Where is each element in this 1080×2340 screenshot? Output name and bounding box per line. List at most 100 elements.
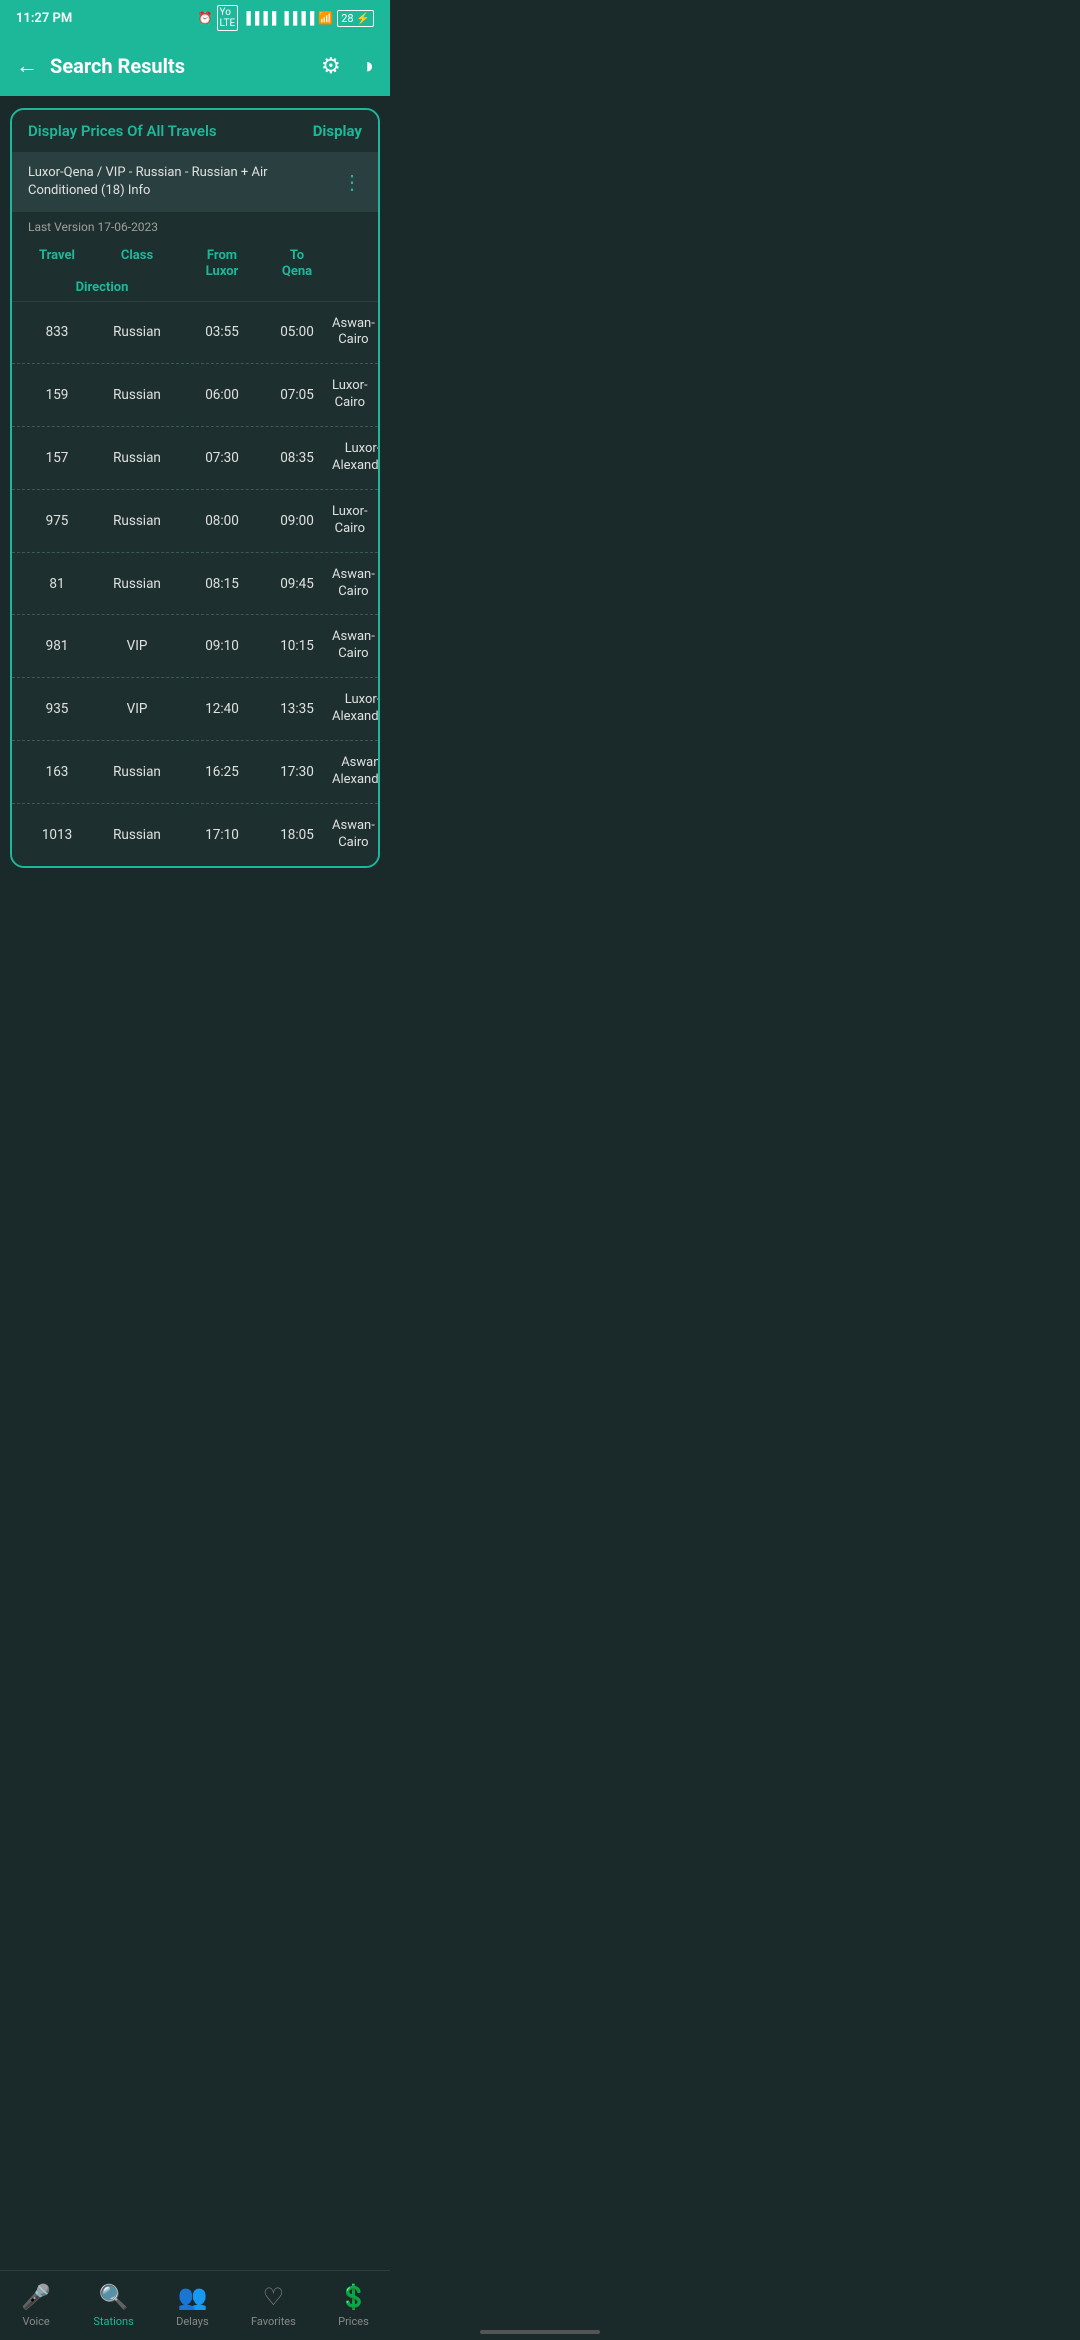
- back-button[interactable]: ←: [16, 53, 38, 79]
- cell-class: Russian: [92, 576, 182, 592]
- header-travel: Travel: [22, 248, 92, 279]
- cell-class: VIP: [92, 701, 182, 717]
- cell-to: 10:15: [262, 638, 332, 654]
- cell-direction: Luxor-Cairo: [332, 504, 368, 538]
- cell-to: 08:35: [262, 450, 332, 466]
- cell-direction: Aswan-Cairo: [332, 818, 375, 852]
- header-to: To Qena: [262, 248, 332, 279]
- row-menu-icon[interactable]: ⋮: [375, 324, 380, 340]
- row-menu-icon[interactable]: ⋮: [375, 638, 380, 654]
- row-menu-icon[interactable]: ⋮: [368, 387, 380, 403]
- cell-direction: Aswan-Alexandria: [332, 755, 380, 789]
- status-time: 11:27 PM: [16, 11, 72, 26]
- cell-class: Russian: [92, 513, 182, 529]
- cell-class: Russian: [92, 764, 182, 780]
- signal-icon1: ▐▐▐▐: [242, 11, 276, 25]
- table-row[interactable]: 981 VIP 09:10 10:15 Aswan-Cairo ⋮: [12, 615, 378, 678]
- lte-icon: YoLTE: [217, 5, 239, 31]
- nav-delays[interactable]: 👥 Delays: [176, 2283, 209, 2328]
- nav-bar: ← Search Results ⚙ ◑: [0, 36, 390, 96]
- status-bar: 11:27 PM ⏰ YoLTE ▐▐▐▐ ▐▐▐▐ 📶 28 ⚡: [0, 0, 390, 36]
- header-class: Class: [92, 248, 182, 279]
- cell-direction: Aswan-Cairo: [332, 629, 375, 663]
- cell-from: 06:00: [182, 387, 262, 403]
- page-title: Search Results: [50, 54, 301, 78]
- cell-to: 05:00: [262, 324, 332, 340]
- table-body: 833 Russian 03:55 05:00 Aswan-Cairo ⋮ 15…: [12, 302, 378, 866]
- route-text: Luxor-Qena / VIP - Russian - Russian + A…: [28, 164, 334, 200]
- route-menu-icon[interactable]: ⋮: [334, 170, 362, 194]
- last-version: Last Version 17-06-2023: [12, 212, 378, 242]
- cell-direction: Luxor-Alexandria: [332, 692, 380, 726]
- header-direction: Direction: [22, 280, 182, 295]
- cell-from: 16:25: [182, 764, 262, 780]
- cell-to: 07:05: [262, 387, 332, 403]
- cell-travel: 1013: [22, 827, 92, 843]
- battery-icon: 28 ⚡: [337, 10, 374, 27]
- cell-travel: 975: [22, 513, 92, 529]
- cell-from: 08:00: [182, 513, 262, 529]
- signal-icon2: ▐▐▐▐: [280, 11, 314, 25]
- nav-favorites[interactable]: ♡ Favorites: [251, 2283, 296, 2328]
- table-row[interactable]: 935 VIP 12:40 13:35 Luxor-Alexandria ⋮: [12, 678, 378, 741]
- favorites-label: Favorites: [251, 2315, 296, 2328]
- cell-from: 17:10: [182, 827, 262, 843]
- table-row[interactable]: 975 Russian 08:00 09:00 Luxor-Cairo ⋮: [12, 490, 378, 553]
- table-row[interactable]: 159 Russian 06:00 07:05 Luxor-Cairo ⋮: [12, 364, 378, 427]
- cell-class: Russian: [92, 324, 182, 340]
- cell-travel: 159: [22, 387, 92, 403]
- table-row[interactable]: 163 Russian 16:25 17:30 Aswan-Alexandria…: [12, 741, 378, 804]
- cell-from: 08:15: [182, 576, 262, 592]
- row-menu-icon[interactable]: ⋮: [368, 513, 380, 529]
- table-row[interactable]: 157 Russian 07:30 08:35 Luxor-Alexandria…: [12, 427, 378, 490]
- row-menu-icon[interactable]: ⋮: [375, 827, 380, 843]
- cell-direction: Luxor-Alexandria: [332, 441, 380, 475]
- cell-class: Russian: [92, 450, 182, 466]
- cell-direction: Luxor-Cairo: [332, 378, 368, 412]
- cell-class: VIP: [92, 638, 182, 654]
- cell-travel: 935: [22, 701, 92, 717]
- table-row[interactable]: 833 Russian 03:55 05:00 Aswan-Cairo ⋮: [12, 302, 378, 365]
- cell-to: 13:35: [262, 701, 332, 717]
- cell-to: 09:00: [262, 513, 332, 529]
- cell-travel: 81: [22, 576, 92, 592]
- table-row[interactable]: 1013 Russian 17:10 18:05 Aswan-Cairo ⋮: [12, 804, 378, 866]
- cell-travel: 157: [22, 450, 92, 466]
- voice-icon: 🎤: [21, 2283, 51, 2311]
- cell-class: Russian: [92, 827, 182, 843]
- main-content: Display Prices Of All Travels Display Lu…: [0, 96, 390, 880]
- display-button[interactable]: Display: [313, 122, 362, 140]
- cell-from: 03:55: [182, 324, 262, 340]
- cell-travel: 163: [22, 764, 92, 780]
- nav-prices[interactable]: 💲 Prices: [338, 2283, 369, 2328]
- cell-from: 12:40: [182, 701, 262, 717]
- bottom-nav: 🎤 Voice 🔍 Stations 👥 Delays ♡ Favorites …: [0, 2270, 390, 2340]
- header-from: From Luxor: [182, 248, 262, 279]
- nav-voice[interactable]: 🎤 Voice: [21, 2283, 51, 2328]
- display-prices-row: Display Prices Of All Travels Display: [12, 110, 378, 152]
- cell-to: 17:30: [262, 764, 332, 780]
- status-icons: ⏰ YoLTE ▐▐▐▐ ▐▐▐▐ 📶 28 ⚡: [198, 5, 374, 31]
- settings-icon[interactable]: ⚙: [321, 54, 341, 79]
- delays-label: Delays: [176, 2315, 209, 2328]
- cell-class: Russian: [92, 387, 182, 403]
- nav-stations[interactable]: 🔍 Stations: [93, 2283, 133, 2328]
- stations-label: Stations: [93, 2315, 133, 2328]
- cell-from: 07:30: [182, 450, 262, 466]
- cell-travel: 833: [22, 324, 92, 340]
- route-row: Luxor-Qena / VIP - Russian - Russian + A…: [12, 152, 378, 212]
- display-prices-label: Display Prices Of All Travels: [28, 122, 217, 140]
- cell-to: 18:05: [262, 827, 332, 843]
- theme-icon[interactable]: ◑: [361, 53, 374, 79]
- cell-direction: Aswan-Cairo: [332, 316, 375, 350]
- cell-travel: 981: [22, 638, 92, 654]
- cell-from: 09:10: [182, 638, 262, 654]
- table-header: Travel Class From Luxor To Qena Directio…: [12, 242, 378, 301]
- home-indicator: [480, 2330, 600, 2334]
- prices-label: Prices: [338, 2315, 369, 2328]
- row-menu-icon[interactable]: ⋮: [375, 576, 380, 592]
- wifi-icon: 📶: [318, 11, 333, 25]
- cell-direction: Aswan-Cairo: [332, 567, 375, 601]
- results-card: Display Prices Of All Travels Display Lu…: [10, 108, 380, 868]
- table-row[interactable]: 81 Russian 08:15 09:45 Aswan-Cairo ⋮: [12, 553, 378, 616]
